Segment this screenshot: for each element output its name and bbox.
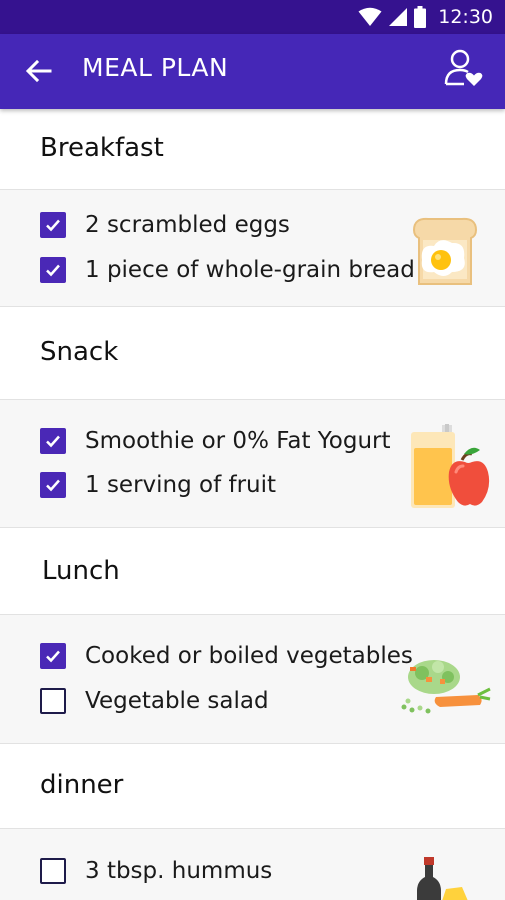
meal-item-label: 1 piece of whole-grain bread bbox=[85, 257, 415, 283]
section-body-dinner: 3 tbsp. hummus bbox=[0, 828, 505, 900]
checkbox-checked[interactable] bbox=[40, 472, 66, 498]
section-title: Lunch bbox=[42, 556, 120, 586]
section-header-breakfast: Breakfast bbox=[0, 109, 505, 189]
checkbox-checked[interactable] bbox=[40, 643, 66, 669]
vegetables-icon bbox=[401, 660, 491, 714]
meal-item-checkbox[interactable]: Cooked or boiled vegetables bbox=[40, 641, 413, 671]
meal-item-checkbox[interactable]: 1 piece of whole-grain bread bbox=[40, 255, 415, 285]
meal-item-label: 3 tbsp. hummus bbox=[85, 858, 273, 884]
section-title: Breakfast bbox=[40, 133, 164, 163]
section-body-snack: Smoothie or 0% Fat Yogurt 1 serving of f… bbox=[0, 399, 505, 528]
app-bar: MEAL PLAN bbox=[0, 34, 505, 109]
section-title: Snack bbox=[40, 337, 119, 367]
meal-item-label: 1 serving of fruit bbox=[85, 472, 277, 498]
page-title: MEAL PLAN bbox=[82, 53, 229, 82]
check-icon bbox=[46, 435, 60, 448]
section-header-dinner: dinner bbox=[0, 744, 505, 828]
meal-item-checkbox[interactable]: 1 serving of fruit bbox=[40, 470, 276, 500]
checkbox-unchecked[interactable] bbox=[40, 858, 66, 884]
section-header-lunch: Lunch bbox=[0, 528, 505, 614]
meal-item-label: Smoothie or 0% Fat Yogurt bbox=[85, 428, 391, 454]
toast-egg-icon bbox=[412, 217, 478, 285]
back-button[interactable] bbox=[22, 54, 56, 88]
clock: 12:30 bbox=[438, 6, 493, 28]
meal-item-label: Cooked or boiled vegetables bbox=[85, 643, 413, 669]
meal-item-checkbox[interactable]: Smoothie or 0% Fat Yogurt bbox=[40, 426, 391, 456]
checkbox-checked[interactable] bbox=[40, 257, 66, 283]
meal-item-checkbox[interactable]: Vegetable salad bbox=[40, 686, 269, 716]
check-icon bbox=[46, 650, 60, 663]
section-header-snack: Snack bbox=[0, 307, 505, 399]
arrow-left-icon bbox=[25, 59, 52, 83]
checkbox-unchecked[interactable] bbox=[40, 688, 66, 714]
meal-item-checkbox[interactable]: 3 tbsp. hummus bbox=[40, 856, 272, 886]
favorite-profile-button[interactable] bbox=[443, 47, 485, 89]
checkbox-checked[interactable] bbox=[40, 428, 66, 454]
meal-item-label: Vegetable salad bbox=[85, 688, 269, 714]
signal-icon bbox=[389, 8, 408, 26]
meal-item-label: 2 scrambled eggs bbox=[85, 212, 290, 238]
check-icon bbox=[46, 479, 60, 492]
checkbox-checked[interactable] bbox=[40, 212, 66, 238]
check-icon bbox=[46, 219, 60, 232]
bottle-cheese-icon bbox=[417, 857, 468, 900]
check-icon bbox=[46, 264, 60, 277]
section-body-lunch: Cooked or boiled vegetables Vegetable sa… bbox=[0, 614, 505, 744]
status-bar: 12:30 bbox=[0, 0, 505, 34]
section-title: dinner bbox=[40, 770, 124, 800]
juice-apple-icon bbox=[411, 424, 490, 508]
meal-item-checkbox[interactable]: 2 scrambled eggs bbox=[40, 210, 290, 240]
section-body-breakfast: 2 scrambled eggs 1 piece of whole-grain … bbox=[0, 189, 505, 307]
battery-icon bbox=[414, 6, 427, 28]
user-heart-icon bbox=[444, 49, 483, 86]
wifi-icon bbox=[358, 7, 382, 26]
